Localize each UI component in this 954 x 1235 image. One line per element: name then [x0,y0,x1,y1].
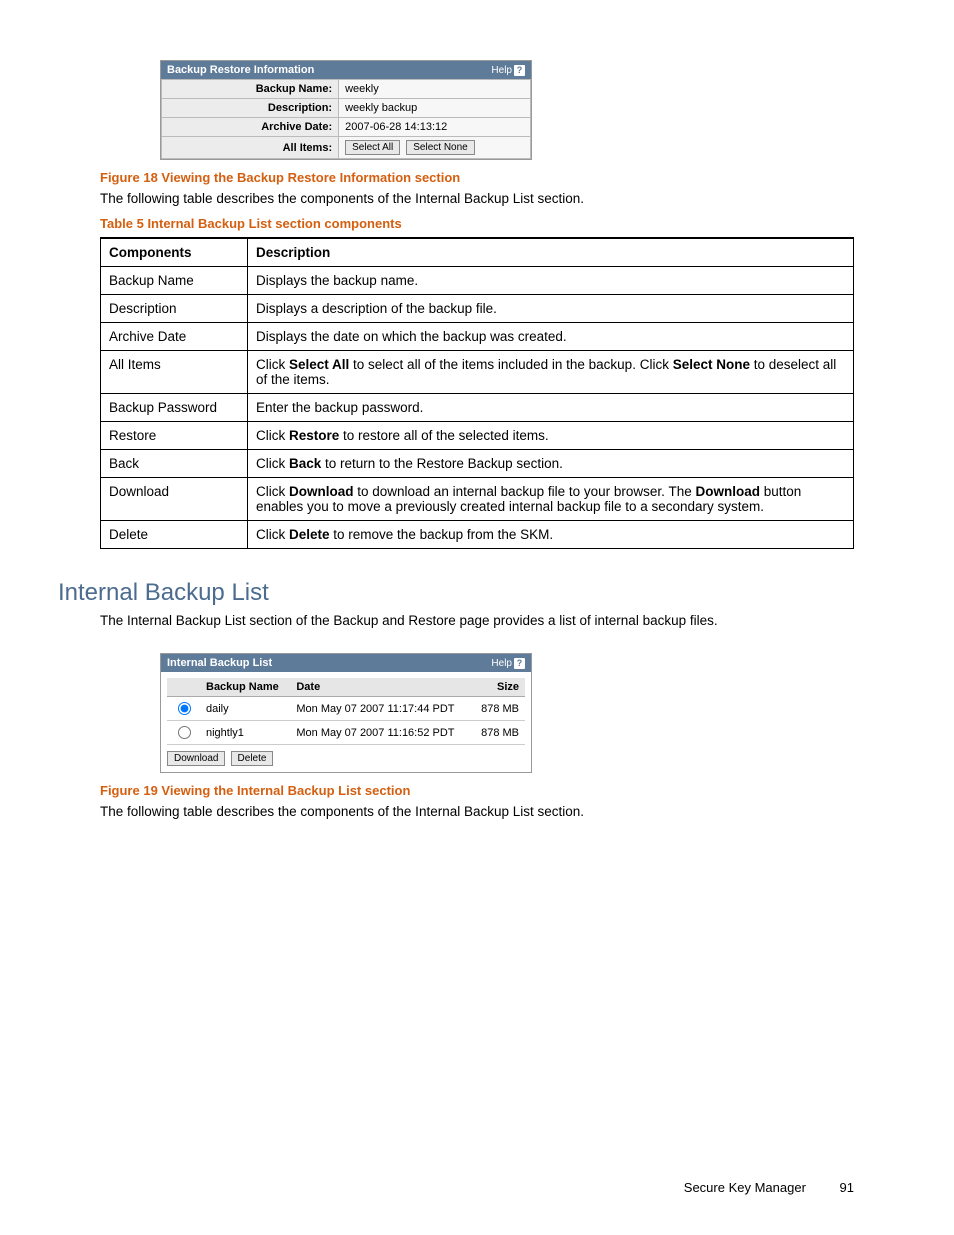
backup-list-table: Backup Name Date Size dailyMon May 07 20… [167,678,525,745]
table-row: RestoreClick Restore to restore all of t… [101,422,854,450]
table-row: BackClick Back to return to the Restore … [101,450,854,478]
component-cell: Back [101,450,248,478]
component-cell: Restore [101,422,248,450]
table-row: All ItemsClick Select All to select all … [101,351,854,394]
backup-name-label: Backup Name: [162,80,339,99]
intro-para-1: The following table describes the compon… [100,191,854,206]
description-cell: Displays the date on which the backup wa… [248,323,854,351]
archive-date-label: Archive Date: [162,118,339,137]
description-cell: Displays a description of the backup fil… [248,295,854,323]
help-label: Help [491,658,512,669]
col-backup-name: Backup Name [200,678,290,697]
page-footer: Secure Key Manager 91 [684,1180,854,1195]
section-heading: Internal Backup List [58,579,854,607]
table-row: DeleteClick Delete to remove the backup … [101,521,854,549]
table-row: Backup NameDisplays the backup name. [101,267,854,295]
col-size: Size [472,678,525,697]
description-value: weekly backup [339,99,531,118]
select-all-button[interactable]: Select All [345,140,400,155]
description-cell: Enter the backup password. [248,394,854,422]
description-cell: Click Delete to remove the backup from t… [248,521,854,549]
delete-button[interactable]: Delete [231,751,274,766]
description-label: Description: [162,99,339,118]
panel-title-text: Internal Backup List [167,657,272,669]
figure18-caption: Figure 18 Viewing the Backup Restore Inf… [100,170,854,185]
table-row: Archive DateDisplays the date on which t… [101,323,854,351]
backup-name-cell: daily [200,697,290,721]
component-cell: Archive Date [101,323,248,351]
backup-date-cell: Mon May 07 2007 11:17:44 PDT [290,697,471,721]
backup-info-table: Backup Name: weekly Description: weekly … [161,79,531,159]
help-icon: ? [514,65,525,76]
description-cell: Click Download to download an internal b… [248,478,854,521]
backup-name-cell: nightly1 [200,721,290,745]
table5-caption: Table 5 Internal Backup List section com… [100,216,854,231]
table-row: DownloadClick Download to download an in… [101,478,854,521]
component-cell: Backup Name [101,267,248,295]
component-cell: All Items [101,351,248,394]
download-button[interactable]: Download [167,751,225,766]
table5: Components Description Backup NameDispla… [100,237,854,549]
panel-title-bar: Backup Restore Information Help ? [161,61,531,79]
help-link[interactable]: Help ? [491,658,525,669]
help-label: Help [491,65,512,76]
table-row: DescriptionDisplays a description of the… [101,295,854,323]
component-cell: Download [101,478,248,521]
col-date: Date [290,678,471,697]
component-cell: Backup Password [101,394,248,422]
help-icon: ? [514,658,525,669]
internal-backup-list-panel: Internal Backup List Help ? Backup Name … [160,653,532,773]
backup-restore-info-panel: Backup Restore Information Help ? Backup… [160,60,532,160]
figure19-caption: Figure 19 Viewing the Internal Backup Li… [100,783,854,798]
all-items-label: All Items: [162,137,339,159]
section-para: The Internal Backup List section of the … [100,613,854,628]
description-cell: Displays the backup name. [248,267,854,295]
help-link[interactable]: Help ? [491,65,525,76]
footer-title: Secure Key Manager [684,1180,806,1195]
panel-title-text: Backup Restore Information [167,64,314,76]
list-item: dailyMon May 07 2007 11:17:44 PDT878 MB [167,697,525,721]
archive-date-value: 2007-06-28 14:13:12 [339,118,531,137]
backup-date-cell: Mon May 07 2007 11:16:52 PDT [290,721,471,745]
component-cell: Delete [101,521,248,549]
list-item: nightly1Mon May 07 2007 11:16:52 PDT878 … [167,721,525,745]
panel-title-bar: Internal Backup List Help ? [161,654,531,672]
backup-radio[interactable] [178,702,191,715]
backup-radio[interactable] [178,726,191,739]
description-cell: Click Back to return to the Restore Back… [248,450,854,478]
table5-head-components: Components [101,238,248,267]
backup-size-cell: 878 MB [472,721,525,745]
page-number: 91 [840,1180,854,1195]
component-cell: Description [101,295,248,323]
select-none-button[interactable]: Select None [406,140,474,155]
description-cell: Click Select All to select all of the it… [248,351,854,394]
table-row: Backup PasswordEnter the backup password… [101,394,854,422]
backup-size-cell: 878 MB [472,697,525,721]
table5-head-description: Description [248,238,854,267]
description-cell: Click Restore to restore all of the sele… [248,422,854,450]
backup-name-value: weekly [339,80,531,99]
intro-para-2: The following table describes the compon… [100,804,854,819]
